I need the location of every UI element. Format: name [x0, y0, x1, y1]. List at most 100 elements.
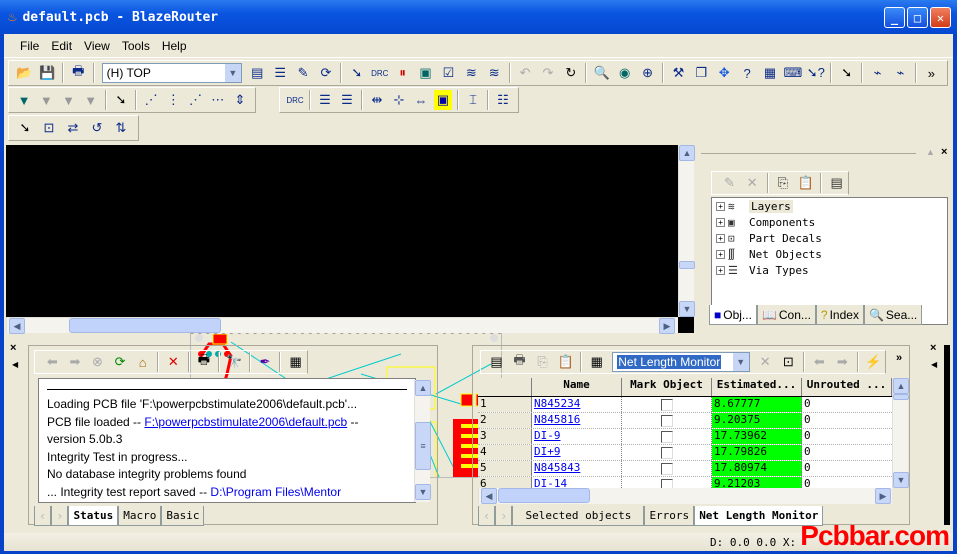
mark-object-checkbox[interactable]	[660, 447, 673, 459]
drc-check-icon[interactable]: DRC	[286, 90, 304, 110]
expand-icon[interactable]: +	[716, 265, 725, 275]
tune-icon[interactable]: ⇹	[368, 90, 386, 110]
spreadsheet-icon[interactable]: ▦	[761, 63, 780, 83]
select-mode-icon[interactable]: ➘	[15, 118, 35, 138]
scroll-up-icon[interactable]: ▲	[893, 378, 909, 394]
move-icon[interactable]: ⊡	[39, 118, 59, 138]
table-row[interactable]: 5 N845843 17.80974 0	[478, 461, 892, 477]
forward-arrow-icon[interactable]: ➡	[66, 352, 85, 372]
drc-filter-icon[interactable]: DRC	[370, 63, 389, 83]
mark-object-checkbox[interactable]	[660, 479, 673, 488]
zoom-icon[interactable]: 🔍	[592, 63, 611, 83]
scroll-right-icon[interactable]: ▶	[875, 488, 891, 504]
layer-combo[interactable]: (H) TOP ▼	[101, 63, 242, 83]
paste-icon[interactable]: 📋	[556, 352, 575, 372]
tab-objects[interactable]: ■ Obj...	[709, 305, 757, 325]
tree-item-layers[interactable]: + ≋ Layers	[712, 198, 947, 214]
layer-list-icon[interactable]: ☷	[494, 90, 512, 110]
copy-icon[interactable]: ⎘	[774, 173, 793, 193]
forward-arrow-icon[interactable]: ➡	[833, 352, 852, 372]
keyboard-icon[interactable]: ⌨	[783, 63, 803, 83]
scroll-thumb[interactable]	[893, 394, 909, 400]
new-icon[interactable]: ✎	[720, 173, 739, 193]
select-icon[interactable]: ➘	[837, 63, 856, 83]
save-icon[interactable]: 💾	[38, 63, 57, 83]
undo-icon[interactable]: ↶	[516, 63, 535, 83]
miter-icon[interactable]: ⋯	[209, 90, 227, 110]
table-row[interactable]: 1 N845234 8.67777 0	[478, 397, 892, 413]
print-icon[interactable]: 🖶	[69, 63, 88, 83]
scroll-right-icon[interactable]: ▶	[659, 318, 675, 334]
close-panel-icon[interactable]: ×	[930, 342, 936, 354]
canvas-vertical-scrollbar[interactable]: ▲ ▼	[678, 145, 695, 317]
tree-item-net-objects[interactable]: + ∭ Net Objects	[712, 246, 947, 262]
fanout-icon[interactable]: ⋰	[142, 90, 160, 110]
print-icon[interactable]: 🖶	[510, 352, 529, 372]
mark-object-checkbox[interactable]	[660, 415, 673, 427]
tab-macro[interactable]: Macro	[118, 506, 162, 526]
properties-icon[interactable]: ▤	[827, 173, 846, 193]
menu-file[interactable]: File	[20, 39, 39, 53]
delete-icon[interactable]: ✕	[743, 173, 762, 193]
chip-icon[interactable]: ▣	[434, 90, 452, 110]
maximize-button[interactable]: □	[907, 7, 928, 28]
scroll-down-icon[interactable]: ▼	[679, 301, 695, 317]
overflow-icon[interactable]: »	[896, 352, 902, 364]
update-icon[interactable]: ⚡	[864, 352, 883, 372]
measure-icon[interactable]: ⌶	[464, 90, 482, 110]
flip-icon[interactable]: ⇅	[111, 118, 131, 138]
redo-icon[interactable]: ↷	[539, 63, 558, 83]
split-icon[interactable]: ⊹	[390, 90, 408, 110]
zoom-extents-icon[interactable]: ⊕	[638, 63, 657, 83]
play-icon[interactable]: ▼	[15, 90, 33, 110]
list-view-icon[interactable]: ☰	[338, 90, 356, 110]
properties-icon[interactable]: ▤	[487, 352, 506, 372]
report-link[interactable]: D:\Program Files\Mentor	[210, 485, 341, 499]
expand-icon[interactable]: +	[716, 201, 725, 211]
scroll-thumb[interactable]	[679, 261, 695, 269]
expand-icon[interactable]: +	[716, 249, 725, 259]
tab-scroll-right-icon[interactable]: ›	[51, 506, 69, 526]
help-icon[interactable]: ?	[738, 63, 757, 83]
scroll-down-icon[interactable]: ▼	[415, 484, 431, 500]
back-arrow-icon[interactable]: ⬅	[810, 352, 829, 372]
close-panel-icon[interactable]: ×	[10, 342, 16, 354]
delete-icon[interactable]: ✕	[756, 352, 775, 372]
tab-scroll-left-icon[interactable]: ‹	[34, 506, 52, 526]
tree-item-components[interactable]: + ▣ Components	[712, 214, 947, 230]
rotate-icon[interactable]: ↺	[87, 118, 107, 138]
new-sheet-icon[interactable]: ▦	[587, 352, 606, 372]
scroll-left-icon[interactable]: ◀	[481, 488, 497, 504]
pen-icon[interactable]: ✒	[256, 352, 275, 372]
scroll-left-icon[interactable]: ◀	[9, 318, 25, 334]
refresh-icon[interactable]: ⟳	[111, 352, 130, 372]
back-arrow-icon[interactable]: ⬅	[43, 352, 62, 372]
select-filter-icon[interactable]: ➘	[347, 63, 366, 83]
table-row[interactable]: 4 DI+9 17.79826 0	[478, 445, 892, 461]
table-horizontal-scrollbar[interactable]: ◀ ▶	[478, 488, 892, 504]
scroll-thumb[interactable]: ≡	[415, 422, 431, 470]
tab-selected-objects[interactable]: Selected objects	[512, 506, 645, 526]
collapse-panel-icon[interactable]: ◀	[931, 360, 937, 369]
export-icon[interactable]: ⊡	[779, 352, 798, 372]
swap-icon[interactable]: ⇄	[63, 118, 83, 138]
scroll-up-icon[interactable]: ▲	[679, 145, 695, 161]
table-row[interactable]: 6 DI-14 9.21203 0	[478, 477, 892, 488]
mark-object-checkbox[interactable]	[660, 431, 673, 443]
scroll-up-icon[interactable]: ▲	[415, 380, 431, 396]
window-icon[interactable]: ❐	[692, 63, 711, 83]
mark-object-checkbox[interactable]	[660, 463, 673, 475]
zoom-window-icon[interactable]: ◉	[615, 63, 634, 83]
tree-item-part-decals[interactable]: + ⊡ Part Decals	[712, 230, 947, 246]
pan-icon[interactable]: ✥	[715, 63, 734, 83]
tab-errors[interactable]: Errors	[644, 506, 695, 526]
table-vertical-scrollbar[interactable]: ▲ ▼	[892, 378, 909, 488]
tab-basic[interactable]: Basic	[161, 506, 205, 526]
step-icon[interactable]: ▼	[37, 90, 55, 110]
checklist-icon[interactable]: ☰	[316, 90, 334, 110]
net-link[interactable]: DI-14	[534, 477, 567, 488]
tab-scroll-right-icon[interactable]: ›	[495, 506, 513, 526]
minimize-button[interactable]: _	[884, 7, 905, 28]
tab-status[interactable]: Status	[68, 506, 119, 526]
tab-scroll-left-icon[interactable]: ‹	[478, 506, 496, 526]
